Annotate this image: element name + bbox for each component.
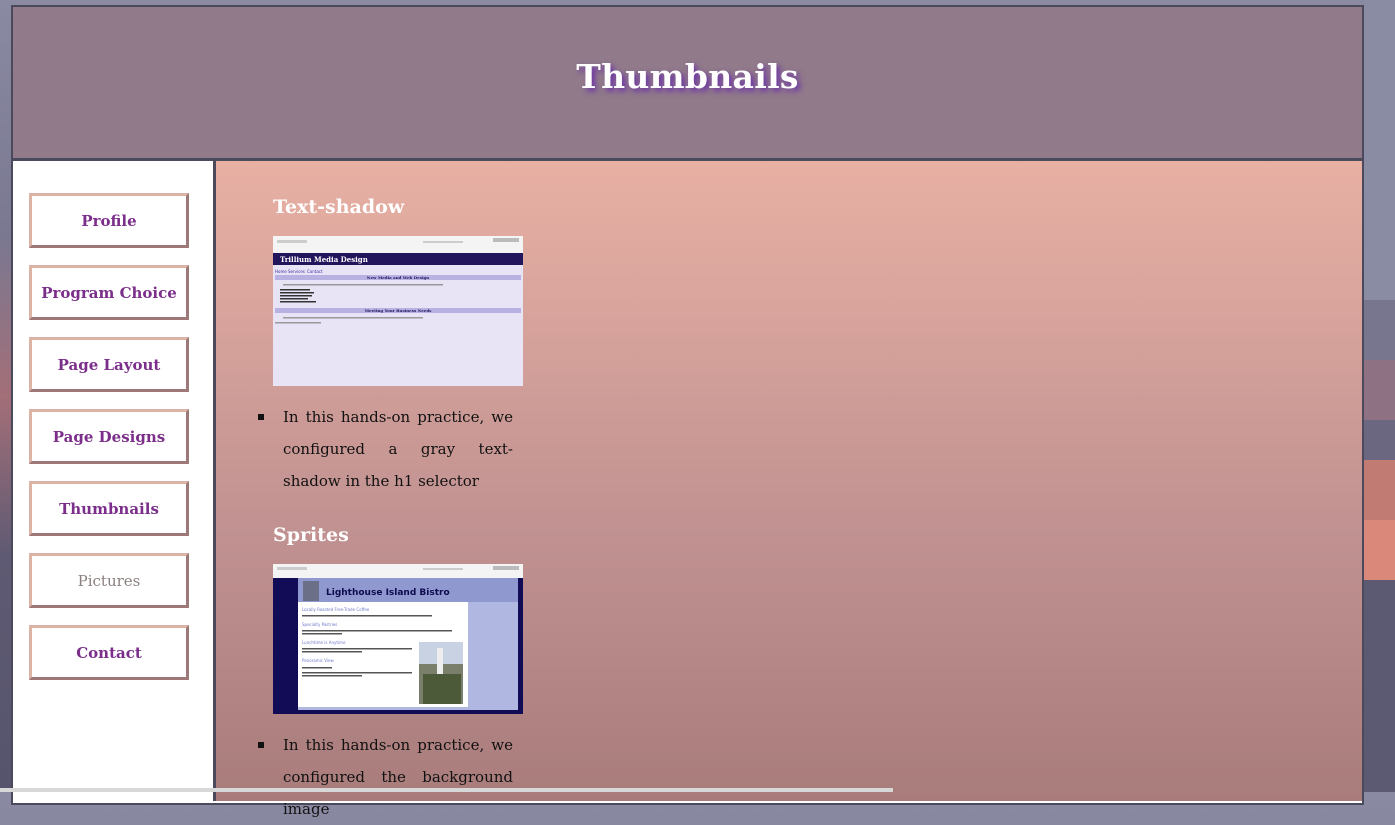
- nav-item-thumbnails[interactable]: Thumbnails: [29, 481, 189, 536]
- nav-item-program-choice[interactable]: Program Choice: [29, 265, 189, 320]
- background-image: [1364, 520, 1395, 580]
- thumb-subhead: Specialty Pastries: [302, 622, 337, 627]
- section-heading: Text-shadow: [273, 196, 405, 218]
- thumbnail-image: Lighthouse Island Bistro Locally Roasted…: [273, 564, 523, 710]
- background-image: [1364, 0, 1395, 300]
- nav-item-contact[interactable]: Contact: [29, 625, 189, 680]
- thumb-site-title: Lighthouse Island Bistro: [326, 588, 450, 598]
- thumb-heading2: Meeting Your Business Needs: [365, 308, 433, 313]
- section-heading: Sprites: [273, 524, 349, 546]
- thumb-nav-contact: Contact: [307, 269, 323, 274]
- thumb-site-title: Trillium Media Design: [280, 255, 368, 264]
- background-image: [1364, 420, 1395, 460]
- thumbnail-sprites[interactable]: Lighthouse Island Bistro Locally Roasted…: [273, 564, 523, 714]
- nav-item-page-designs[interactable]: Page Designs: [29, 409, 189, 464]
- thumb-subhead: Panoramic View: [302, 658, 334, 663]
- page-wrapper: Thumbnails Profile Program Choice Page L…: [11, 5, 1364, 818]
- nav-item-label[interactable]: Page Designs: [53, 428, 165, 446]
- nav-item-label[interactable]: Thumbnails: [59, 500, 159, 518]
- section-text-shadow: Text-shadow: [273, 196, 523, 218]
- background-image: [1364, 360, 1395, 420]
- nav-item-label[interactable]: Pictures: [78, 572, 141, 590]
- nav-item-label[interactable]: Page Layout: [58, 356, 161, 374]
- page-header: Thumbnails: [13, 7, 1362, 161]
- page-title: Thumbnails: [576, 57, 799, 96]
- main-content: Text-shadow Trillium Media Design Home S…: [216, 161, 1362, 818]
- list-item: In this hands-on practice, we configured…: [258, 401, 513, 497]
- thumb-nav-services: Services: [288, 269, 305, 274]
- thumbnail-text-shadow[interactable]: Trillium Media Design Home Services Cont…: [273, 236, 523, 386]
- thumb-subhead: Lunchtime is Anytime: [302, 640, 346, 645]
- horizontal-scrollbar[interactable]: [0, 788, 893, 792]
- thumb-subhead: Locally Roasted Free-Trade Coffee: [302, 607, 370, 612]
- thumb-nav-home: Home: [275, 269, 287, 274]
- background-image: [1364, 460, 1395, 520]
- background-image: [1364, 580, 1395, 792]
- nav-item-pictures[interactable]: Pictures: [29, 553, 189, 608]
- nav-item-profile[interactable]: Profile: [29, 193, 189, 248]
- nav-item-page-layout[interactable]: Page Layout: [29, 337, 189, 392]
- background-image: [1364, 300, 1395, 360]
- list-item: In this hands-on practice, we configured…: [258, 729, 513, 825]
- thumb-heading1: New Media and Web Design: [367, 275, 429, 280]
- nav-item-label[interactable]: Profile: [81, 212, 136, 230]
- nav-item-label[interactable]: Program Choice: [41, 284, 177, 302]
- section-sprites: Sprites: [273, 524, 523, 546]
- thumbnail-image: Trillium Media Design Home Services Cont…: [273, 236, 523, 324]
- nav-item-label[interactable]: Contact: [76, 644, 142, 662]
- sidebar-nav: Profile Program Choice Page Layout Page …: [13, 161, 216, 801]
